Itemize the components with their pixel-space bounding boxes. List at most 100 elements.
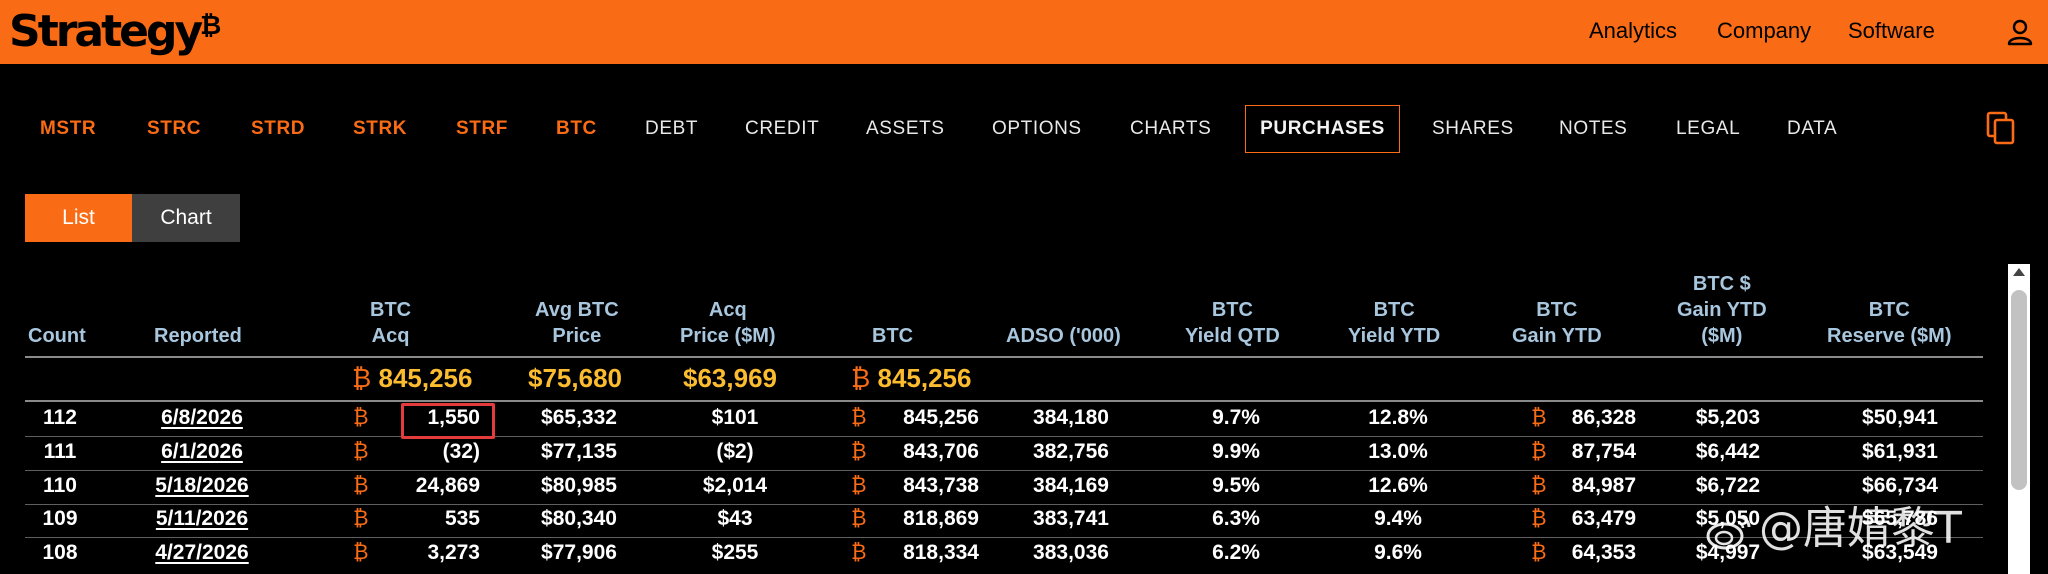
cell-btc-acq: 24,869 <box>415 474 480 497</box>
cell-btc-acq: 3,273 <box>427 541 480 564</box>
nav-analytics[interactable]: Analytics <box>1589 18 1677 44</box>
bitcoin-symbol-icon: ₿ <box>851 541 867 564</box>
col-header-acq-price[interactable]: Acq Price ($M) <box>680 297 776 349</box>
tab-charts[interactable]: CHARTS <box>1130 118 1211 140</box>
tab-credit[interactable]: CREDIT <box>745 118 819 140</box>
cell-btc-gain-ytd: 86,328 <box>1571 406 1636 429</box>
cell-btc-yield-ytd: 9.6% <box>1374 541 1422 564</box>
total-avg-btc-price: $75,680 <box>528 363 622 393</box>
bitcoin-symbol-icon: ₿ <box>1531 474 1547 497</box>
logo-text: Strategy <box>9 6 203 57</box>
nav-company[interactable]: Company <box>1717 18 1811 44</box>
tab-debt[interactable]: DEBT <box>645 118 698 140</box>
list-view-button[interactable]: List <box>25 194 132 242</box>
bitcoin-symbol-icon: ₿ <box>353 507 369 530</box>
cell-btc-yield-ytd: 9.4% <box>1374 507 1422 530</box>
cell-count: 108 <box>42 541 78 564</box>
cell-btc-yield-ytd: 12.6% <box>1368 474 1428 497</box>
strategy-logo[interactable]: Strategy₿ <box>9 6 221 58</box>
cell-avg-btc-price: $65,332 <box>541 406 617 429</box>
scrollbar-thumb[interactable] <box>2011 290 2027 490</box>
tab-btc[interactable]: BTC <box>556 118 597 140</box>
col-header-btc[interactable]: BTC <box>872 323 913 349</box>
cell-avg-btc-price: $80,340 <box>541 507 617 530</box>
bitcoin-symbol-icon: ₿ <box>1531 507 1547 530</box>
row-divider <box>25 537 1983 538</box>
cell-acq-price: ($2) <box>716 440 754 463</box>
tab-options[interactable]: OPTIONS <box>992 118 1082 140</box>
col-header-adso[interactable]: ADSO ('000) <box>1006 323 1121 349</box>
cell-count: 110 <box>43 474 77 497</box>
cell-btc-yield-ytd: 12.8% <box>1368 406 1428 429</box>
cell-reported[interactable]: 4/27/2026 <box>155 540 248 566</box>
top-header-bar: Strategy₿ Analytics Company Software <box>0 0 2048 64</box>
col-header-count[interactable]: Count <box>28 323 86 349</box>
col-header-btc-usd-gain-ytd[interactable]: BTC $ Gain YTD ($M) <box>1677 271 1767 349</box>
cell-reported[interactable]: 5/18/2026 <box>155 473 248 499</box>
weibo-icon <box>1706 515 1751 550</box>
cell-btc-gain-ytd: 87,754 <box>1571 440 1636 463</box>
cell-btc-reserve: $61,931 <box>1862 440 1938 463</box>
cell-btc: 818,334 <box>903 541 979 564</box>
totals-divider <box>25 400 1983 402</box>
bitcoin-symbol-icon: ₿ <box>851 474 867 497</box>
cell-reported[interactable]: 6/1/2026 <box>161 439 243 465</box>
cell-btc: 845,256 <box>903 406 979 429</box>
tab-legal[interactable]: LEGAL <box>1676 118 1740 140</box>
bitcoin-symbol-icon: ₿ <box>851 507 867 530</box>
tab-purchases[interactable]: PURCHASES <box>1245 105 1400 153</box>
col-header-reported[interactable]: Reported <box>154 323 242 349</box>
cell-btc-gain-ytd: 63,479 <box>1571 507 1636 530</box>
col-header-btc-reserve[interactable]: BTC Reserve ($M) <box>1827 297 1952 349</box>
cell-adso: 382,756 <box>1033 440 1109 463</box>
tab-strc[interactable]: STRC <box>147 118 201 140</box>
col-header-avg-btc-price[interactable]: Avg BTC Price <box>535 297 619 349</box>
col-header-btc-acq[interactable]: BTC Acq <box>370 297 411 349</box>
cell-btc-yield-qtd: 9.5% <box>1212 474 1260 497</box>
cell-avg-btc-price: $80,985 <box>541 474 617 497</box>
bitcoin-symbol-icon: ₿ <box>851 406 867 429</box>
cell-adso: 383,741 <box>1033 507 1109 530</box>
cell-adso: 383,036 <box>1033 541 1109 564</box>
cell-btc-usd-gain-ytd: $5,203 <box>1695 406 1761 429</box>
tab-strk[interactable]: STRK <box>353 118 407 140</box>
cell-btc-reserve: $50,941 <box>1862 406 1938 429</box>
cell-reported[interactable]: 6/8/2026 <box>161 405 243 431</box>
col-header-btc-yield-qtd[interactable]: BTC Yield QTD <box>1185 297 1280 349</box>
cell-count: 109 <box>42 507 78 530</box>
row-divider <box>25 470 1983 471</box>
cell-acq-price: $43 <box>717 507 753 530</box>
col-header-btc-gain-ytd[interactable]: BTC Gain YTD <box>1512 297 1602 349</box>
cell-adso: 384,169 <box>1033 474 1109 497</box>
cell-btc-acq: (32) <box>442 440 480 463</box>
cell-btc-gain-ytd: 84,987 <box>1571 474 1636 497</box>
bitcoin-symbol-icon: ₿ <box>851 440 867 463</box>
tab-assets[interactable]: ASSETS <box>866 118 945 140</box>
cell-avg-btc-price: $77,135 <box>541 440 617 463</box>
cell-btc: 843,706 <box>903 440 979 463</box>
cell-btc: 843,738 <box>903 474 979 497</box>
tab-strd[interactable]: STRD <box>251 118 305 140</box>
scroll-up-arrow[interactable] <box>2013 268 2025 276</box>
chart-view-button[interactable]: Chart <box>132 194 240 242</box>
cell-btc: 818,869 <box>903 507 979 530</box>
cell-btc-acq: 535 <box>444 507 480 530</box>
tab-notes[interactable]: NOTES <box>1559 118 1627 140</box>
col-header-btc-yield-ytd[interactable]: BTC Yield YTD <box>1348 297 1440 349</box>
cell-acq-price: $101 <box>711 406 759 429</box>
bitcoin-symbol-icon: ₿ <box>353 474 369 497</box>
tab-mstr[interactable]: MSTR <box>40 118 96 140</box>
copy-icon[interactable] <box>1986 111 2016 145</box>
total-acq-price: $63,969 <box>683 363 777 393</box>
cell-adso: 384,180 <box>1033 406 1109 429</box>
cell-acq-price: $255 <box>711 541 759 564</box>
cell-btc-yield-ytd: 13.0% <box>1368 440 1428 463</box>
tab-strf[interactable]: STRF <box>456 118 508 140</box>
cell-btc-gain-ytd: 64,353 <box>1571 541 1636 564</box>
user-icon[interactable] <box>2006 18 2034 46</box>
nav-software[interactable]: Software <box>1848 18 1935 44</box>
cell-reported[interactable]: 5/11/2026 <box>156 506 248 532</box>
tab-shares[interactable]: SHARES <box>1432 118 1514 140</box>
tab-data[interactable]: DATA <box>1787 118 1837 140</box>
logo-bitcoin-symbol: ₿ <box>200 11 222 41</box>
